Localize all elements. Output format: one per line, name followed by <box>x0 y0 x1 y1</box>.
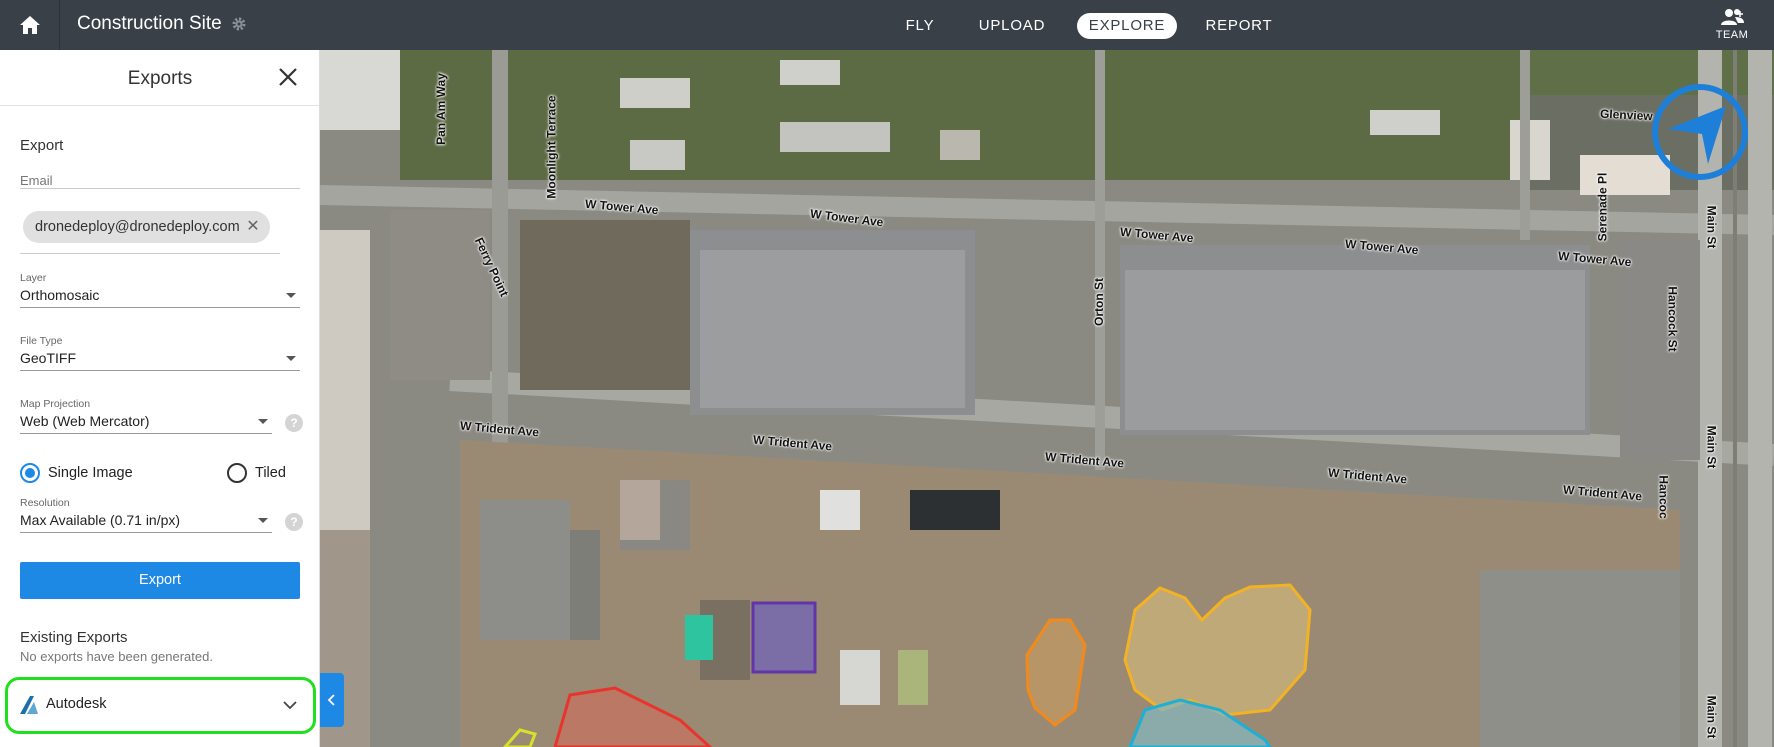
team-button[interactable]: TEAM <box>1712 8 1752 41</box>
nav-explore[interactable]: EXPLORE <box>1077 13 1177 39</box>
layer-select[interactable]: Orthomosaic <box>20 284 300 308</box>
single-image-radio[interactable] <box>20 463 40 483</box>
street-label: Orton St <box>1092 278 1106 326</box>
email-field-underline <box>20 253 280 254</box>
aerial-imagery <box>320 50 1774 747</box>
projection-help-icon[interactable]: ? <box>285 414 303 432</box>
existing-exports-heading: Existing Exports <box>20 629 128 646</box>
chevron-down-icon <box>286 293 296 298</box>
email-chip-text: dronedeploy@dronedeploy.com <box>35 219 240 235</box>
close-icon <box>279 68 297 86</box>
projection-label: Map Projection <box>20 398 91 410</box>
street-label: Hancoc <box>1656 475 1671 519</box>
chevron-down-icon <box>286 356 296 361</box>
street-label: Glenview <box>1599 106 1654 124</box>
street-label: Pan Am Way <box>433 73 448 145</box>
email-divider <box>20 188 300 189</box>
nav-report[interactable]: REPORT <box>1200 13 1278 39</box>
street-label: Main St <box>1704 205 1719 249</box>
chevron-down-icon <box>258 419 268 424</box>
existing-exports-empty: No exports have been generated. <box>20 649 213 664</box>
email-label: Email <box>20 173 53 188</box>
sidebar-title: Exports <box>127 68 193 89</box>
export-button[interactable]: Export <box>20 562 300 599</box>
collapse-sidebar-button[interactable] <box>320 673 344 727</box>
chevron-down-icon[interactable] <box>283 700 297 710</box>
remove-email-icon[interactable]: ✕ <box>246 211 259 243</box>
filetype-select[interactable]: GeoTIFF <box>20 347 300 371</box>
sidebar-header: Exports <box>0 50 319 106</box>
tiled-radio[interactable] <box>227 463 247 483</box>
filetype-label: File Type <box>20 335 63 347</box>
street-label: Moonlight Terrace <box>544 95 559 199</box>
resolution-value: Max Available (0.71 in/px) <box>20 512 181 528</box>
compass-button[interactable] <box>1650 82 1750 182</box>
projection-select[interactable]: Web (Web Mercator) <box>20 410 272 434</box>
tiled-label: Tiled <box>255 465 286 481</box>
street-label: Main St <box>1704 425 1719 469</box>
nav-fly[interactable]: FLY <box>895 13 945 39</box>
layer-value: Orthomosaic <box>20 287 100 303</box>
resolution-select[interactable]: Max Available (0.71 in/px) <box>20 509 272 533</box>
street-label: Serenade Pl <box>1595 172 1610 242</box>
team-icon <box>1721 9 1744 25</box>
chevron-down-icon <box>258 518 268 523</box>
autodesk-logo-icon <box>20 696 38 714</box>
street-label: Hancock St <box>1665 286 1680 352</box>
nav-upload[interactable]: UPLOAD <box>972 13 1052 39</box>
close-button[interactable] <box>275 64 301 90</box>
top-bar: Construction Site FLY UPLOAD EXPLORE REP… <box>0 0 1774 50</box>
autodesk-section[interactable]: Autodesk <box>5 677 316 734</box>
email-chip[interactable]: dronedeploy@dronedeploy.com ✕ <box>23 211 270 243</box>
projection-value: Web (Web Mercator) <box>20 413 150 429</box>
compass-navigation-icon <box>1652 84 1748 180</box>
resolution-label: Resolution <box>20 497 70 509</box>
street-label: Main St <box>1704 695 1719 739</box>
resolution-help-icon[interactable]: ? <box>285 513 303 531</box>
chevron-left-icon <box>327 694 335 706</box>
export-heading: Export <box>20 137 64 154</box>
main-nav: FLY UPLOAD EXPLORE REPORT <box>0 0 1774 50</box>
layer-label: Layer <box>20 272 47 284</box>
team-label: TEAM <box>1715 29 1749 41</box>
map-view[interactable]: Pan Am Way Moonlight Terrace Ferry Point… <box>320 50 1774 747</box>
filetype-value: GeoTIFF <box>20 350 77 366</box>
autodesk-label: Autodesk <box>46 696 107 712</box>
single-image-label: Single Image <box>48 465 133 481</box>
